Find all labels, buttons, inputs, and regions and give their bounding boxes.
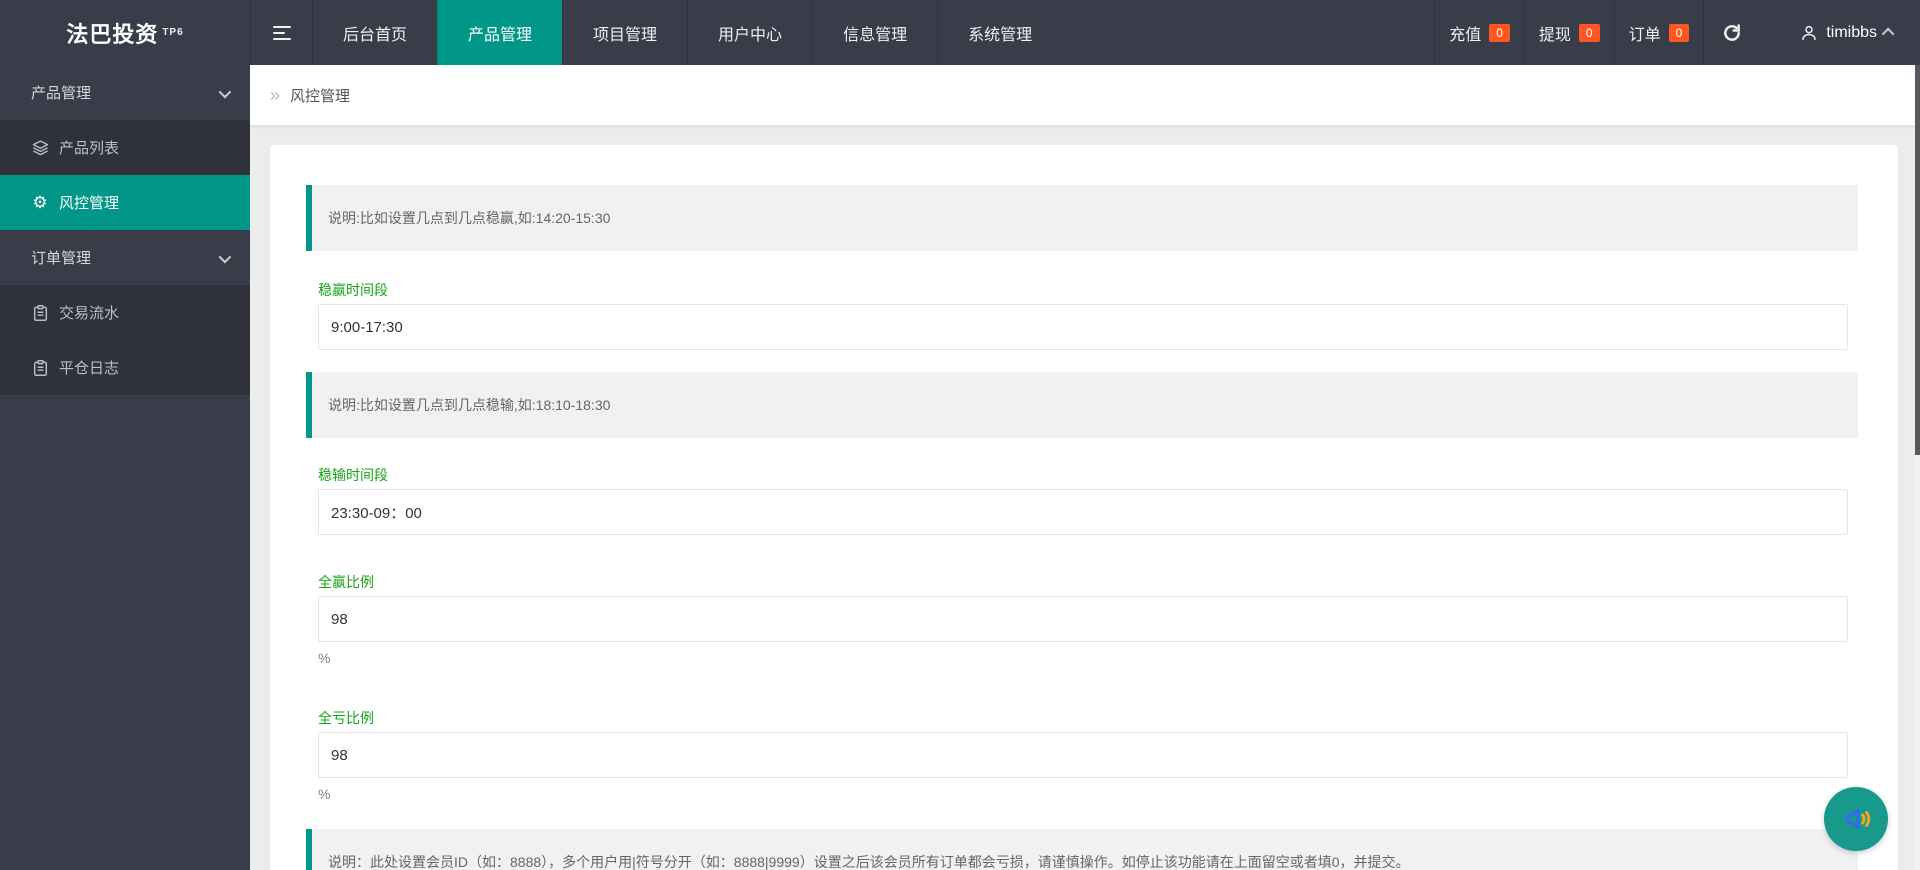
risk-control-form-card: 说明:比如设置几点到几点稳赢,如:14:20-15:30 稳赢时间段 说明:比如… xyxy=(270,145,1898,870)
main-content: 说明:比如设置几点到几点稳赢,如:14:20-15:30 稳赢时间段 说明:比如… xyxy=(250,125,1915,870)
username: timibbs xyxy=(1826,24,1877,42)
tab-product-management[interactable]: 产品管理 xyxy=(437,0,562,65)
app-title-badge: TP6 xyxy=(162,27,183,38)
sidebar-group-label: 订单管理 xyxy=(31,247,91,268)
note-member-id: 说明：此处设置会员ID（如：8888），多个用户用|符号分开（如：8888|99… xyxy=(306,829,1858,870)
sidebar-group-label: 产品管理 xyxy=(31,82,91,103)
sound-toggle-button[interactable] xyxy=(1824,787,1888,851)
app-title: 法巴投资 xyxy=(66,17,158,49)
note-lose-time: 说明:比如设置几点到几点稳输,如:18:10-18:30 xyxy=(306,372,1858,438)
sidebar-item-risk-control[interactable]: ⚙ 风控管理 xyxy=(0,175,250,230)
percent-suffix: % xyxy=(318,784,1858,804)
lose-time-range-input[interactable] xyxy=(318,489,1848,535)
sidebar-item-close-log[interactable]: 平仓日志 xyxy=(0,340,250,395)
tab-user-center[interactable]: 用户中心 xyxy=(687,0,812,65)
app-logo: 法巴投资 TP6 xyxy=(0,0,250,65)
sidebar-item-label: 平仓日志 xyxy=(59,357,119,378)
sidebar-item-label: 交易流水 xyxy=(59,302,119,323)
layers-icon xyxy=(31,139,49,156)
gear-icon: ⚙ xyxy=(31,194,49,211)
percent-suffix: % xyxy=(318,648,1858,668)
label-win-time-range: 稳赢时间段 xyxy=(318,280,1858,300)
order-count-badge: 0 xyxy=(1669,24,1690,42)
topbar-spacer xyxy=(1062,0,1434,65)
speaker-icon xyxy=(1839,802,1873,836)
hamburger-icon xyxy=(273,38,291,40)
sidebar-collapse-button[interactable] xyxy=(250,0,312,65)
withdraw-stat[interactable]: 提现 0 xyxy=(1524,0,1614,65)
sidebar-item-trade-flow[interactable]: 交易流水 xyxy=(0,285,250,340)
hamburger-icon xyxy=(273,26,291,28)
tab-dashboard[interactable]: 后台首页 xyxy=(312,0,437,65)
tab-project-management[interactable]: 项目管理 xyxy=(562,0,687,65)
refresh-icon xyxy=(1722,23,1742,43)
breadcrumb-current: 风控管理 xyxy=(290,85,350,106)
tab-info-management[interactable]: 信息管理 xyxy=(812,0,937,65)
sidebar: 产品管理 产品列表 ⚙ 风控管理 订单管理 交易流水 xyxy=(0,65,250,870)
user-menu[interactable]: timibbs xyxy=(1760,0,1920,65)
user-icon xyxy=(1800,24,1818,42)
scrollbar-track[interactable] xyxy=(1915,65,1920,870)
breadcrumb-separator-icon: » xyxy=(270,85,280,106)
withdraw-count-badge: 0 xyxy=(1579,24,1600,42)
label-all-lose-ratio: 全亏比例 xyxy=(318,708,1858,728)
topbar: 法巴投资 TP6 后台首页 产品管理 项目管理 用户中心 信息管理 系统管理 充值… xyxy=(0,0,1920,65)
sidebar-group-product[interactable]: 产品管理 xyxy=(0,65,250,120)
chevron-up-icon xyxy=(1882,28,1895,41)
refresh-button[interactable] xyxy=(1703,0,1760,65)
win-time-range-input[interactable] xyxy=(318,304,1848,350)
chevron-down-icon xyxy=(219,86,232,99)
sidebar-group-order[interactable]: 订单管理 xyxy=(0,230,250,285)
clipboard-icon xyxy=(31,360,49,376)
top-nav: 后台首页 产品管理 项目管理 用户中心 信息管理 系统管理 xyxy=(312,0,1062,65)
scrollbar-thumb[interactable] xyxy=(1915,65,1920,455)
label-lose-time-range: 稳输时间段 xyxy=(318,465,1858,485)
recharge-label: 充值 xyxy=(1449,21,1481,45)
recharge-count-badge: 0 xyxy=(1489,24,1510,42)
all-win-ratio-input[interactable] xyxy=(318,596,1848,642)
sidebar-item-label: 风控管理 xyxy=(59,192,119,213)
label-all-win-ratio: 全赢比例 xyxy=(318,572,1858,592)
topbar-right: 充值 0 提现 0 订单 0 timibbs xyxy=(1434,0,1920,65)
breadcrumb: » 风控管理 xyxy=(250,65,1915,125)
all-lose-ratio-input[interactable] xyxy=(318,732,1848,778)
recharge-stat[interactable]: 充值 0 xyxy=(1434,0,1524,65)
chevron-down-icon xyxy=(219,251,232,264)
hamburger-icon xyxy=(273,32,285,34)
order-label: 订单 xyxy=(1629,21,1661,45)
withdraw-label: 提现 xyxy=(1539,21,1571,45)
sidebar-item-product-list[interactable]: 产品列表 xyxy=(0,120,250,175)
clipboard-icon xyxy=(31,305,49,321)
tab-system-management[interactable]: 系统管理 xyxy=(937,0,1062,65)
sidebar-item-label: 产品列表 xyxy=(59,137,119,158)
note-win-time: 说明:比如设置几点到几点稳赢,如:14:20-15:30 xyxy=(306,185,1858,251)
order-stat[interactable]: 订单 0 xyxy=(1614,0,1704,65)
